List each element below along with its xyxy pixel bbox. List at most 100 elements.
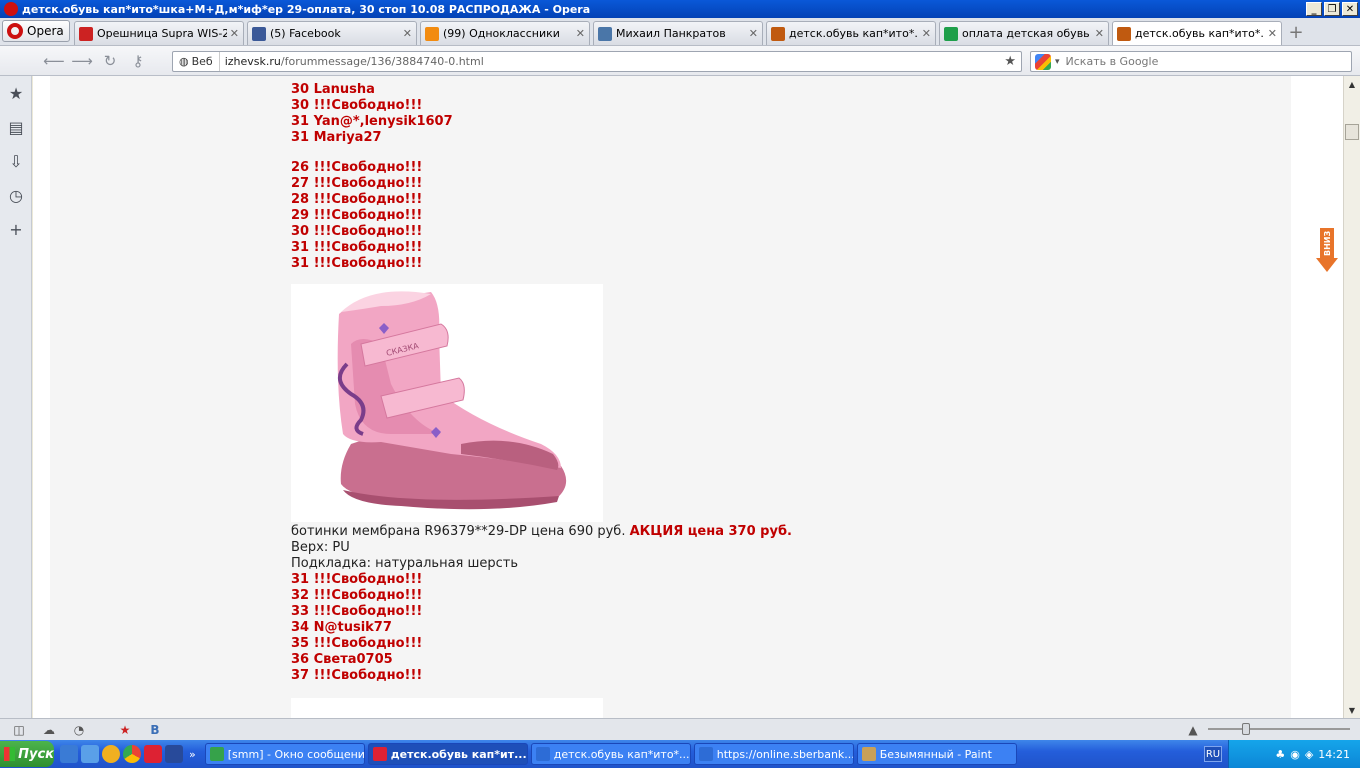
bookmark-extension-icon[interactable]: ★ xyxy=(114,722,136,738)
back-button[interactable]: ⟵ xyxy=(40,49,68,73)
address-field[interactable]: ◍ Веб izhevsk.ru/forummessage/136/388474… xyxy=(172,51,1022,72)
taskbar-button-0[interactable]: [smm] - Окно сообщени... xyxy=(204,743,365,765)
language-indicator[interactable]: RU xyxy=(1204,746,1222,762)
opera-menu-label: Opera xyxy=(27,24,64,38)
pink-boot-image: СКАЗКА xyxy=(337,291,567,510)
tab-favicon-icon xyxy=(944,26,958,41)
scroll-thumb[interactable] xyxy=(1345,124,1359,140)
quicklaunch-chrome-icon[interactable] xyxy=(123,745,141,763)
url-host: izhevsk.ru xyxy=(224,55,281,68)
tab-close-icon[interactable]: ✕ xyxy=(230,27,239,40)
tab-5[interactable]: оплата детская обувь 29✕ xyxy=(939,21,1109,45)
downloads-icon[interactable]: ⇩ xyxy=(0,144,32,178)
tab-0[interactable]: Орешница Supra WIS-2... ✕ xyxy=(74,21,244,45)
size-entry: 37 !!!Свободно!!! xyxy=(291,668,423,683)
reload-button[interactable]: ↻ xyxy=(96,49,124,73)
tab-label: детск.обувь кап*ито*... xyxy=(789,27,919,40)
down-arrow-icon: ВНИЗ xyxy=(1316,228,1338,272)
product-description-line: ботинки мембрана R96379**29-DP цена 690 … xyxy=(291,524,991,540)
scroll-down-arrow-icon[interactable]: ▼ xyxy=(1344,702,1360,718)
product-upper: Верх: PU xyxy=(291,540,350,555)
taskbar-app-icon xyxy=(535,747,550,761)
tab-close-icon[interactable]: ✕ xyxy=(576,27,585,40)
security-badge[interactable]: ◍ Веб xyxy=(173,52,220,71)
quicklaunch-app-icon[interactable] xyxy=(165,745,183,763)
tray-shield-icon[interactable]: ◈ xyxy=(1305,748,1313,761)
zoom-slider[interactable] xyxy=(1204,723,1354,735)
system-tray: ♣ ◉ ◈ 14:21 xyxy=(1228,740,1360,768)
size-entry: 31 Mariya27 xyxy=(291,130,382,145)
forward-button[interactable]: ⟶ xyxy=(68,49,96,73)
view-toggle-icon[interactable]: ▲ xyxy=(1182,722,1204,738)
quicklaunch-explorer-icon[interactable] xyxy=(60,745,78,763)
size-list-product: 31 !!!Свободно!!! 32 !!!Свободно!!! 33 !!!… xyxy=(291,572,991,684)
tab-close-icon[interactable]: ✕ xyxy=(1095,27,1104,40)
tab-close-icon[interactable]: ✕ xyxy=(922,27,931,40)
history-clock-icon[interactable]: ◷ xyxy=(0,178,32,212)
tab-4[interactable]: детск.обувь кап*ито*... ✕ xyxy=(766,21,936,45)
zoom-track xyxy=(1208,728,1350,730)
tab-3[interactable]: Михаил Панкратов ✕ xyxy=(593,21,763,45)
taskbar-button-4[interactable]: Безымянный - Paint xyxy=(856,743,1017,765)
start-label: Пуск xyxy=(18,746,54,762)
tab-close-icon[interactable]: ✕ xyxy=(749,27,758,40)
url-text[interactable]: izhevsk.ru/forummessage/136/3884740-0.ht… xyxy=(220,55,1005,68)
add-panel-icon[interactable]: + xyxy=(0,212,32,246)
tab-label: (5) Facebook xyxy=(270,27,341,40)
taskbar-button-label: https://online.sberbank.... xyxy=(716,747,854,761)
size-entry: 29 !!!Свободно!!! xyxy=(291,208,423,223)
size-entry: 31 !!!Свободно!!! xyxy=(291,256,423,271)
tab-favicon-icon xyxy=(79,26,93,41)
quicklaunch-desktop-icon[interactable] xyxy=(81,745,99,763)
tab-close-icon[interactable]: ✕ xyxy=(403,27,412,40)
tab-close-icon[interactable]: ✕ xyxy=(1268,27,1277,40)
new-tab-button[interactable]: + xyxy=(1285,21,1307,43)
tab-6[interactable]: детск.обувь кап*ито*... ✕ xyxy=(1112,21,1282,45)
key-icon[interactable]: ⚷ xyxy=(124,49,152,73)
size-entry: 30 !!!Свободно!!! xyxy=(291,98,423,113)
bookmark-star-icon[interactable]: ★ xyxy=(1004,54,1016,69)
vertical-scrollbar[interactable]: ▲ ▼ xyxy=(1343,76,1360,718)
minimize-button[interactable]: _ xyxy=(1306,2,1322,16)
taskbar-button-2[interactable]: детск.обувь кап*ито*... xyxy=(530,743,691,765)
tab-favicon-icon xyxy=(1117,26,1131,41)
quicklaunch-media-icon[interactable] xyxy=(102,745,120,763)
size-entry: 36 Света0705 xyxy=(291,652,393,667)
search-field[interactable]: ▾ Искать в Google xyxy=(1030,51,1352,72)
quicklaunch-opera-icon[interactable] xyxy=(144,745,162,763)
tab-favicon-icon xyxy=(771,26,785,41)
quicklaunch-chevron-icon[interactable]: » xyxy=(189,748,196,761)
google-icon[interactable] xyxy=(1035,53,1051,70)
zoom-knob[interactable] xyxy=(1242,723,1250,735)
tab-label: детск.обувь кап*ито*... xyxy=(1135,27,1265,40)
chevron-down-icon[interactable]: ▾ xyxy=(1055,57,1060,67)
taskbar-button-3[interactable]: https://online.sberbank.... xyxy=(693,743,854,765)
size-entry: 34 N@tusik77 xyxy=(291,620,392,635)
scroll-up-arrow-icon[interactable]: ▲ xyxy=(1344,76,1360,92)
turbo-icon[interactable]: ◔ xyxy=(68,722,90,738)
product-image[interactable]: СКАЗКА xyxy=(291,284,603,522)
scroll-down-button[interactable]: ВНИЗ xyxy=(1316,228,1338,272)
maximize-button[interactable]: ❐ xyxy=(1324,2,1340,16)
opera-unite-icon[interactable]: ☁ xyxy=(38,722,60,738)
tab-1[interactable]: (5) Facebook ✕ xyxy=(247,21,417,45)
panel-toggle-icon[interactable]: ◫ xyxy=(8,722,30,738)
clock[interactable]: 14:21 xyxy=(1318,748,1350,761)
taskbar-button-1[interactable]: детск.обувь кап*ит... xyxy=(367,743,528,765)
bookmarks-star-icon[interactable]: ★ xyxy=(0,76,32,110)
taskbar-button-label: детск.обувь кап*ито*... xyxy=(553,747,690,761)
title-bar: детск.обувь кап*ито*шка+М+Д,м*иф*ер 29-о… xyxy=(0,0,1360,18)
tab-2[interactable]: (99) Одноклассники ✕ xyxy=(420,21,590,45)
opera-menu-button[interactable]: Opera xyxy=(2,20,70,42)
size-list-top: 30 Lanusha 30 !!!Свободно!!! 31 Yan@*,leny… xyxy=(291,82,991,146)
web-badge-label: Веб xyxy=(191,55,213,68)
taskbar-app-icon xyxy=(209,747,224,761)
close-button[interactable]: ✕ xyxy=(1342,2,1358,16)
tray-volume-icon[interactable]: ◉ xyxy=(1290,748,1300,761)
tray-network-icon[interactable]: ♣ xyxy=(1275,748,1285,761)
notes-icon[interactable]: ▤ xyxy=(0,110,32,144)
start-button[interactable]: Пуск xyxy=(0,741,54,767)
next-product-image[interactable] xyxy=(291,698,603,718)
vk-extension-icon[interactable]: В xyxy=(144,722,166,738)
page-viewport: 30 Lanusha 30 !!!Свободно!!! 31 Yan@*,leny… xyxy=(33,76,1343,718)
